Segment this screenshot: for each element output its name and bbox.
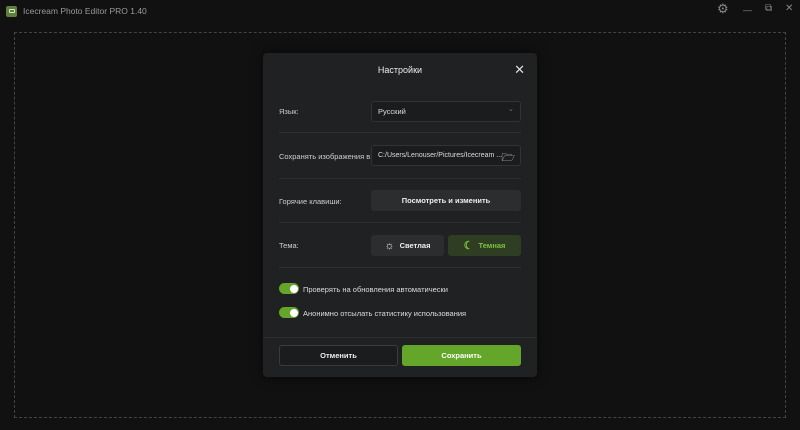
footer-divider bbox=[263, 337, 537, 338]
usage-stats-toggle[interactable] bbox=[279, 307, 299, 318]
close-window-button[interactable]: ✕ bbox=[785, 3, 793, 14]
divider bbox=[279, 132, 521, 133]
divider bbox=[279, 178, 521, 179]
folder-open-icon[interactable]: 🗁 bbox=[501, 149, 515, 168]
save-path-field[interactable]: C:/Users/Lenouser/Pictures/Icecream ... … bbox=[371, 145, 521, 166]
theme-light-label: Светлая bbox=[399, 241, 431, 250]
save-path-value: C:/Users/Lenouser/Pictures/Icecream ... bbox=[378, 152, 503, 159]
theme-light-button[interactable]: ☼ Светлая bbox=[371, 235, 444, 256]
restore-button[interactable]: ⧉ bbox=[765, 3, 772, 14]
dialog-title: Настройки bbox=[377, 65, 423, 75]
save-path-label: Сохранять изображения в: bbox=[279, 152, 373, 161]
save-button[interactable]: Сохранить bbox=[402, 345, 521, 366]
moon-icon: ☾ bbox=[463, 240, 474, 252]
settings-dialog: Настройки ✕ Язык: Русский ⌄ Сохранять из… bbox=[263, 53, 537, 377]
chevron-down-icon: ⌄ bbox=[507, 104, 514, 113]
auto-update-label: Проверять на обновления автоматически bbox=[303, 285, 448, 294]
close-dialog-icon[interactable]: ✕ bbox=[514, 62, 525, 78]
app-title: Icecream Photo Editor PRO 1.40 bbox=[23, 6, 147, 16]
theme-dark-button[interactable]: ☾ Темная bbox=[448, 235, 521, 256]
divider bbox=[279, 267, 521, 268]
theme-label: Тема: bbox=[279, 241, 299, 250]
view-edit-hotkeys-button[interactable]: Посмотреть и изменить bbox=[371, 190, 521, 211]
language-select[interactable]: Русский ⌄ bbox=[371, 101, 521, 122]
auto-update-toggle[interactable] bbox=[279, 283, 299, 294]
title-bar: Icecream Photo Editor PRO 1.40 ⚙ — ⧉ ✕ bbox=[0, 0, 800, 22]
minimize-button[interactable]: — bbox=[743, 5, 752, 15]
hotkeys-label: Горячие клавиши: bbox=[279, 197, 342, 206]
theme-dark-label: Темная bbox=[478, 241, 506, 250]
language-label: Язык: bbox=[279, 107, 299, 116]
language-value: Русский bbox=[378, 107, 406, 116]
divider bbox=[279, 222, 521, 223]
cancel-button[interactable]: Отменить bbox=[279, 345, 398, 366]
settings-gear-icon[interactable]: ⚙ bbox=[717, 1, 729, 17]
sun-icon: ☼ bbox=[384, 239, 395, 252]
app-logo-icon bbox=[6, 5, 17, 17]
usage-stats-label: Анонимно отсылать статистику использован… bbox=[303, 309, 467, 318]
